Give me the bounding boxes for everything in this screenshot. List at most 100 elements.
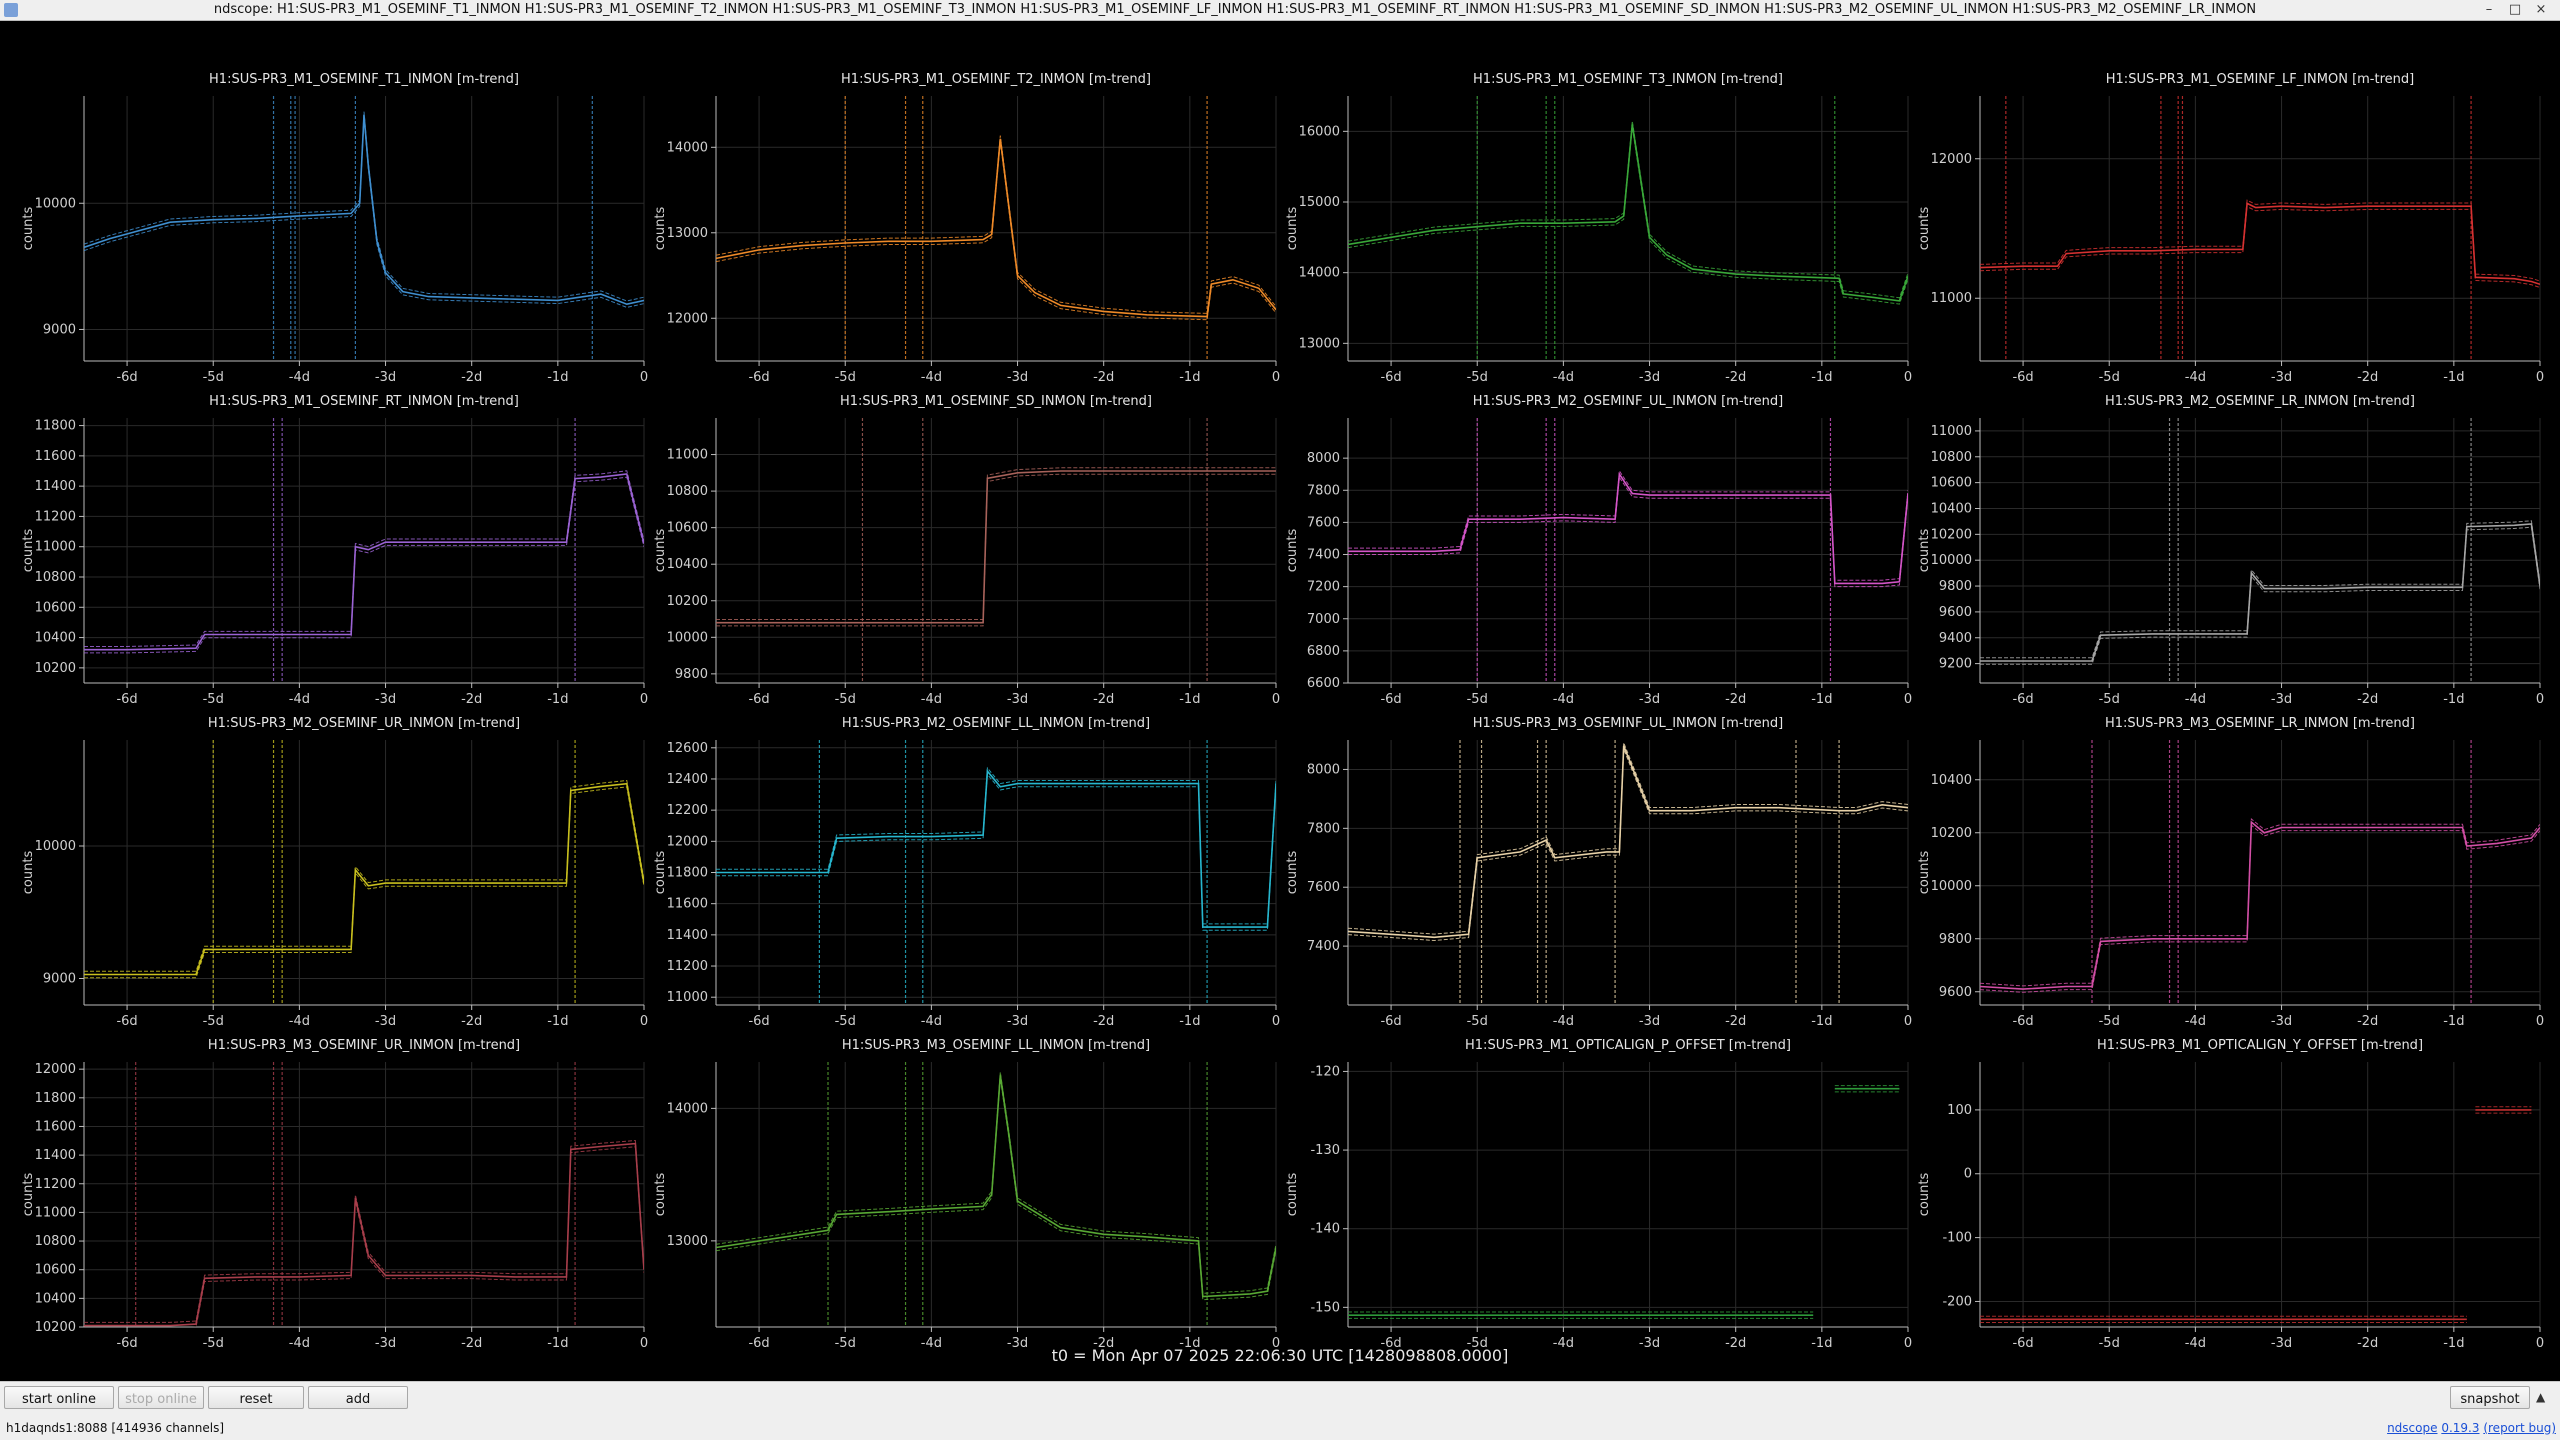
- window-titlebar: ndscope: H1:SUS-PR3_M1_OSEMINF_T1_INMON …: [0, 0, 2560, 21]
- y-tick-label: 12000: [1931, 152, 1972, 167]
- y-tick-label: 12600: [667, 741, 708, 756]
- series-max-line: [716, 766, 1276, 925]
- y-tick-label: 10000: [35, 196, 76, 211]
- x-tick-label: -6d: [1380, 692, 1401, 707]
- x-tick-label: -4d: [1553, 1014, 1574, 1029]
- y-tick-label: 12000: [667, 311, 708, 326]
- y-tick-label: 6600: [1307, 676, 1340, 691]
- series-max-line: [716, 135, 1276, 314]
- x-tick-label: -4d: [2185, 370, 2206, 385]
- y-tick-label: 11400: [35, 479, 76, 494]
- y-tick-label: 100: [1947, 1103, 1972, 1118]
- add-channels-button[interactable]: add channels: [308, 1386, 408, 1430]
- plot-data: [716, 1062, 1276, 1327]
- plot-title: H1:SUS-PR3_M3_OSEMINF_UL_INMON [m-trend]: [1473, 716, 1783, 731]
- y-tick-label: 11000: [667, 990, 708, 1005]
- series-max-line: [1348, 742, 1908, 935]
- x-tick-label: -6d: [2012, 370, 2033, 385]
- y-tick-label: 11000: [35, 540, 76, 555]
- series-min-line: [1980, 205, 2540, 288]
- x-tick-label: -2d: [1093, 1014, 1114, 1029]
- y-tick-label: 9600: [1939, 605, 1972, 620]
- y-tick-label: 10800: [35, 1234, 76, 1249]
- plot-data: [84, 740, 644, 1005]
- report-bug-link[interactable]: (report bug): [2483, 1421, 2556, 1435]
- x-tick-label: -6d: [1380, 1014, 1401, 1029]
- toolbar: start online stop online reset add chann…: [0, 1381, 2560, 1430]
- series-max-line: [1980, 199, 2540, 282]
- x-tick-label: -1d: [547, 692, 568, 707]
- x-tick-label: 0: [1272, 692, 1280, 707]
- x-tick-label: -5d: [203, 370, 224, 385]
- t0-label: t0 = Mon Apr 07 2025 22:06:30 UTC [14280…: [1051, 1346, 1509, 1365]
- y-axis-label: counts: [1285, 529, 1300, 573]
- x-tick-label: -6d: [1380, 370, 1401, 385]
- plot-data: [84, 96, 644, 361]
- y-tick-label: 10400: [1931, 501, 1972, 516]
- plot-2: H1:SUS-PR3_M1_OSEMINF_T2_INMON [m-trend]…: [653, 72, 1280, 385]
- y-tick-label: 16000: [1299, 124, 1340, 139]
- series-mean-line: [84, 473, 644, 651]
- x-tick-label: -2d: [1093, 370, 1114, 385]
- snapshot-button[interactable]: snapshot: [2450, 1386, 2530, 1409]
- x-tick-label: -5d: [835, 692, 856, 707]
- ndscope-link[interactable]: ndscope: [2387, 1421, 2437, 1435]
- series-min-line: [84, 118, 644, 308]
- series-max-line: [1348, 121, 1908, 299]
- series-mean-line: [1980, 202, 2540, 286]
- x-tick-label: -4d: [289, 370, 310, 385]
- x-tick-label: -5d: [835, 370, 856, 385]
- version-link[interactable]: 0.19.3: [2441, 1421, 2479, 1435]
- reset-button[interactable]: reset: [208, 1386, 304, 1409]
- x-tick-label: -4d: [921, 692, 942, 707]
- x-tick-label: -2d: [1725, 1014, 1746, 1029]
- series-mean-line: [1348, 745, 1908, 939]
- x-tick-label: -4d: [2185, 1014, 2206, 1029]
- y-tick-label: 9800: [675, 667, 708, 682]
- x-tick-label: -3d: [1007, 370, 1028, 385]
- y-tick-label: 10000: [1931, 553, 1972, 568]
- start-online-button[interactable]: start online: [4, 1386, 114, 1409]
- plot-data: [84, 418, 644, 683]
- series-max-line: [84, 779, 644, 972]
- plot-title: H1:SUS-PR3_M1_OSEMINF_RT_INMON [m-trend]: [209, 394, 519, 409]
- plot-7: H1:SUS-PR3_M2_OSEMINF_UL_INMON [m-trend]…: [1285, 394, 1912, 707]
- x-tick-label: 0: [1904, 1014, 1912, 1029]
- plot-11: H1:SUS-PR3_M3_OSEMINF_UL_INMON [m-trend]…: [1285, 716, 1912, 1029]
- x-tick-label: -1d: [2443, 1014, 2464, 1029]
- plots-canvas[interactable]: H1:SUS-PR3_M1_OSEMINF_T1_INMON [m-trend]…: [0, 21, 2560, 1381]
- x-tick-label: -4d: [2185, 692, 2206, 707]
- plot-12: H1:SUS-PR3_M3_OSEMINF_LR_INMON [m-trend]…: [1917, 716, 2544, 1029]
- close-icon[interactable]: ×: [2530, 0, 2552, 20]
- y-axis-label: counts: [1285, 1173, 1300, 1217]
- plot-data: [1980, 96, 2540, 361]
- y-tick-label: 10400: [1931, 773, 1972, 788]
- x-tick-label: -4d: [1553, 692, 1574, 707]
- series-mean-line: [84, 114, 644, 306]
- plot-9: H1:SUS-PR3_M2_OSEMINF_UR_INMON [m-trend]…: [21, 716, 648, 1029]
- x-tick-label: 0: [640, 692, 648, 707]
- expand-icon[interactable]: ▲: [2536, 1390, 2545, 1404]
- x-tick-label: -1d: [2443, 370, 2464, 385]
- x-tick-label: -2d: [1093, 692, 1114, 707]
- x-tick-label: -2d: [461, 692, 482, 707]
- y-tick-label: 13000: [1299, 336, 1340, 351]
- y-tick-label: 7000: [1307, 612, 1340, 627]
- x-tick-label: -1d: [1179, 370, 1200, 385]
- maximize-icon[interactable]: □: [2504, 0, 2526, 20]
- series-max-line: [1980, 817, 2540, 987]
- x-tick-label: -4d: [921, 1014, 942, 1029]
- plot-data: [1348, 740, 1908, 1005]
- y-tick-label: 11800: [35, 419, 76, 434]
- y-tick-label: 10400: [667, 557, 708, 572]
- y-tick-label: -130: [1310, 1143, 1340, 1158]
- x-tick-label: -1d: [547, 1014, 568, 1029]
- series-min-line: [716, 773, 1276, 931]
- x-tick-label: -5d: [2099, 370, 2120, 385]
- x-tick-label: -5d: [203, 692, 224, 707]
- plot-title: H1:SUS-PR3_M1_OSEMINF_LF_INMON [m-trend]: [2106, 72, 2414, 87]
- minimize-icon[interactable]: –: [2478, 0, 2500, 20]
- y-tick-label: 10800: [35, 570, 76, 585]
- plot-title: H1:SUS-PR3_M2_OSEMINF_UR_INMON [m-trend]: [208, 716, 520, 731]
- y-tick-label: 10200: [35, 661, 76, 676]
